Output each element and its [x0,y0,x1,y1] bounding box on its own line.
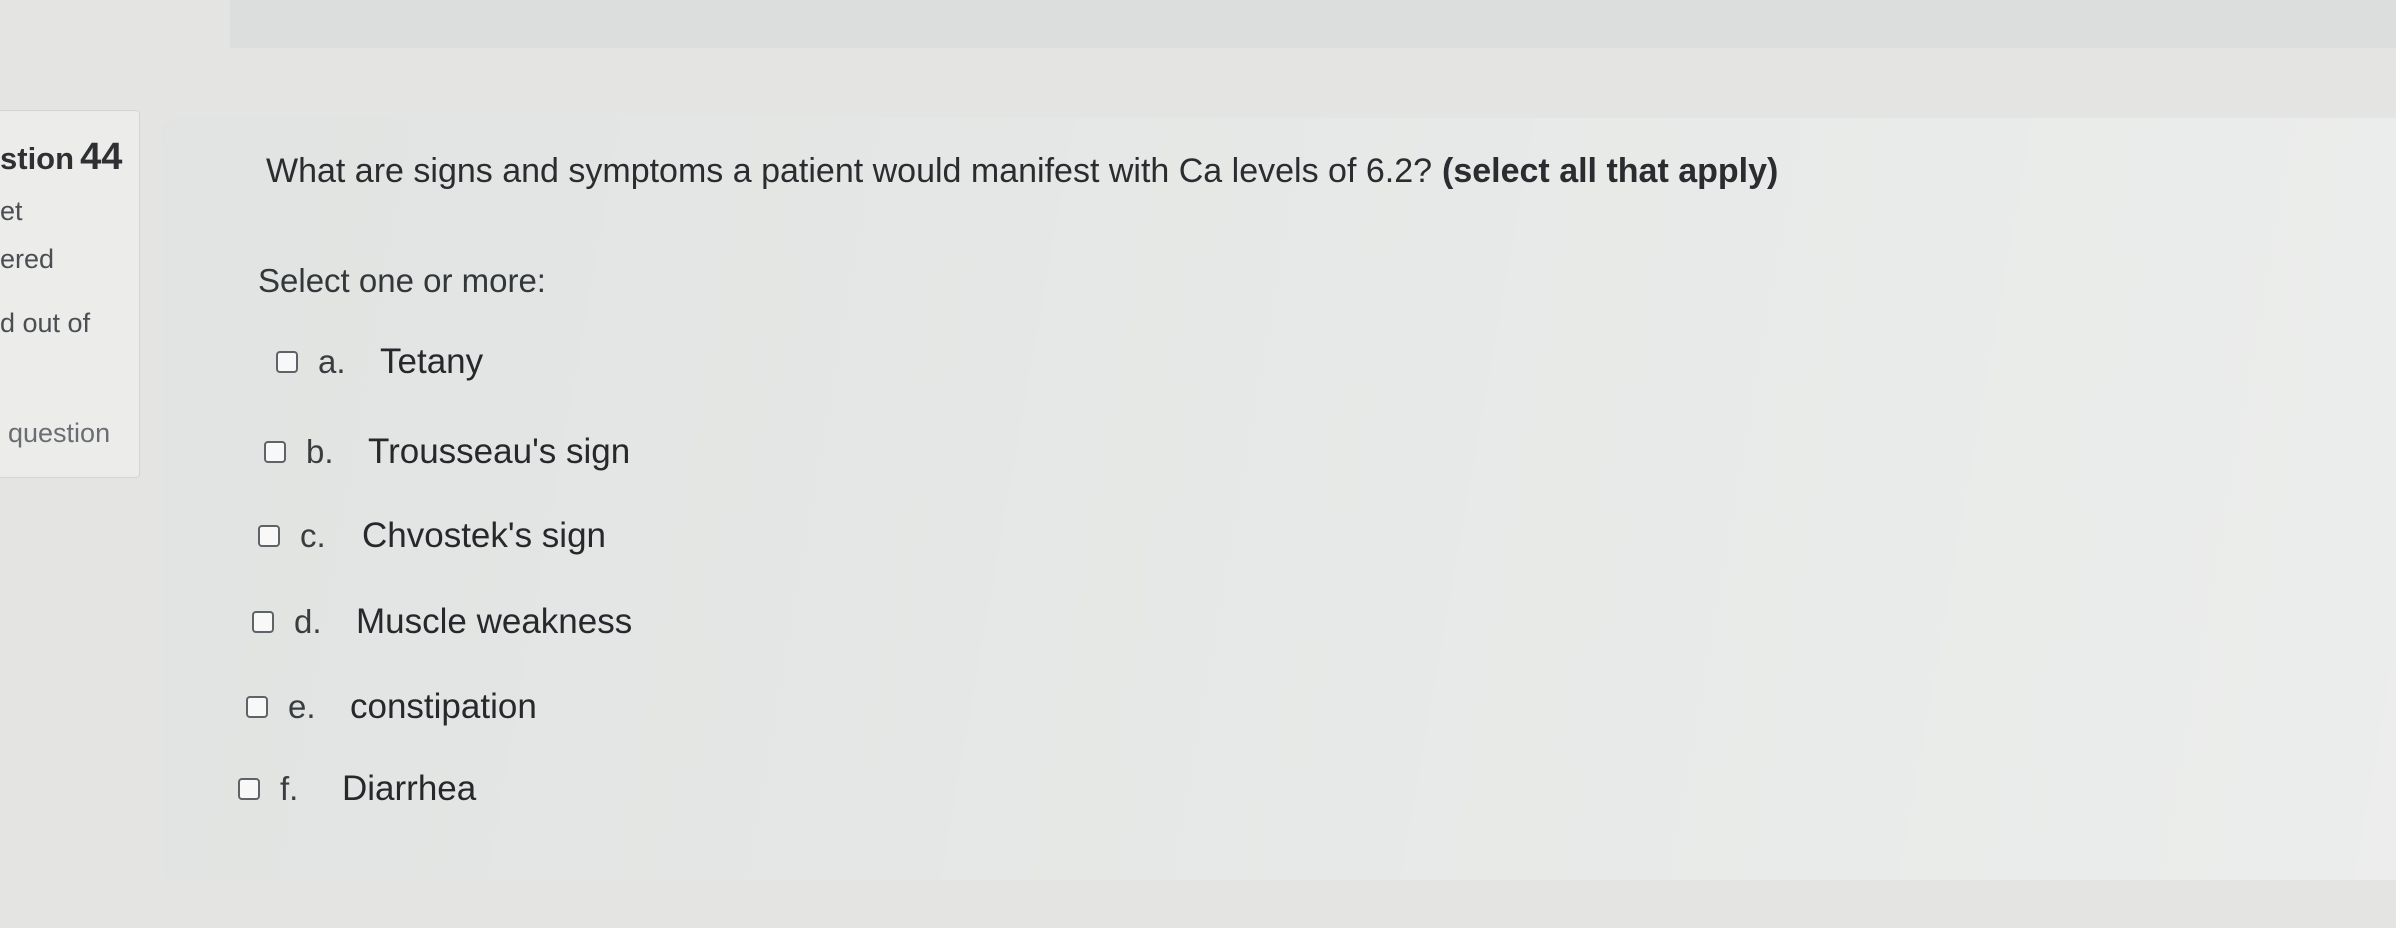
top-strip [230,0,2396,48]
checkbox[interactable] [246,696,268,718]
answer-option-a[interactable]: a. Tetany [276,337,483,387]
question-number-heading: stion 44 [0,136,122,179]
flag-question-link[interactable]: question [8,418,110,449]
option-text: constipation [350,687,537,726]
question-marks-line: d out of [0,308,91,338]
answer-option-f[interactable]: f. Diarrhea [238,764,476,814]
option-letter: a. [318,343,346,380]
option-letter: e. [288,688,316,725]
option-letter: f. [280,770,299,807]
answer-option-e[interactable]: e. constipation [246,682,537,732]
option-text: Chvostek's sign [362,516,607,555]
option-text: Trousseau's sign [368,432,631,471]
question-stem: What are signs and symptoms a patient wo… [266,152,1433,190]
question-label: stion [0,141,75,176]
answer-option-b[interactable]: b. Trousseau's sign [264,427,630,477]
question-answered-line: ered [0,244,55,274]
question-number: 44 [80,136,123,178]
option-letter: d. [294,603,322,640]
option-text: Diarrhea [342,769,477,808]
answer-option-d[interactable]: d. Muscle weakness [252,597,632,647]
answer-prompt: Select one or more: [258,262,546,299]
question-instruction: (select all that apply) [1442,152,1779,190]
checkbox[interactable] [258,525,280,547]
checkbox[interactable] [252,611,274,633]
question-card [162,118,2396,880]
checkbox[interactable] [264,441,286,463]
checkbox[interactable] [238,778,260,800]
answer-option-c[interactable]: c. Chvostek's sign [258,511,606,561]
question-text: What are signs and symptoms a patient wo… [266,152,1778,191]
checkbox[interactable] [276,351,298,373]
option-text: Muscle weakness [356,602,633,641]
option-letter: c. [300,517,326,554]
option-letter: b. [306,433,334,470]
question-status-line: et [0,196,23,226]
option-text: Tetany [380,342,484,381]
